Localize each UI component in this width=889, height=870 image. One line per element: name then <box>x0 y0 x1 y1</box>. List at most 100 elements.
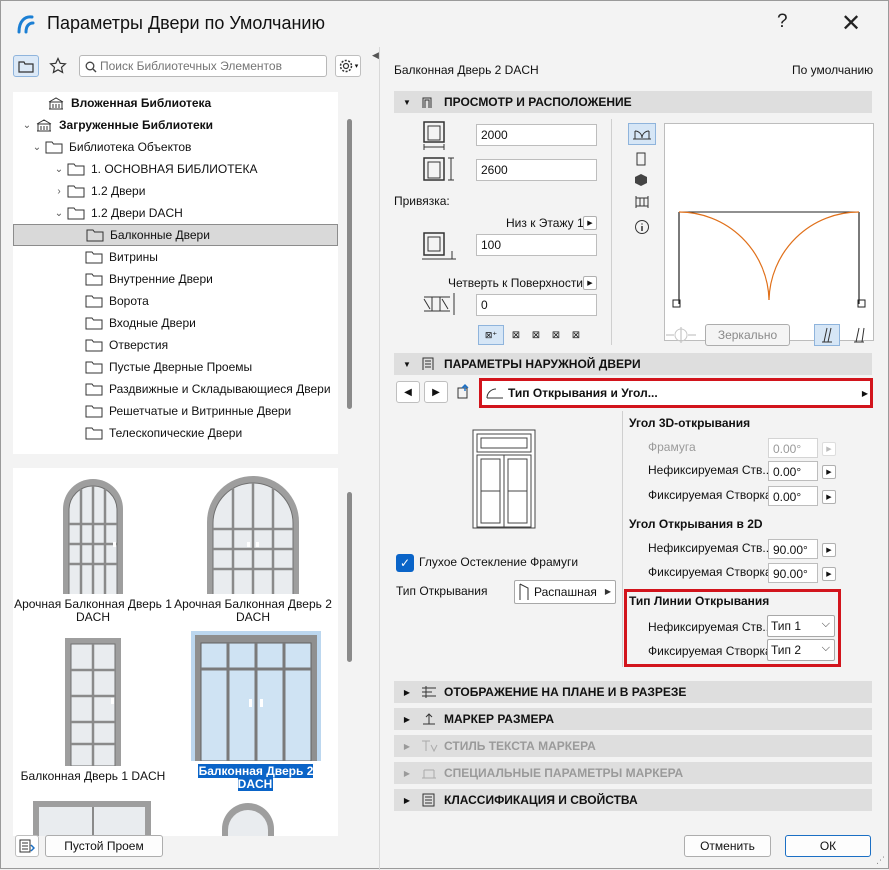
anchor-mode-button[interactable]: ▶ <box>583 216 597 230</box>
section-view-icon[interactable] <box>634 195 650 212</box>
folder-icon <box>86 229 104 242</box>
height-input[interactable]: 2600 <box>476 159 597 181</box>
section-plan[interactable]: ▶ ОТОБРАЖЕНИЕ НА ПЛАНЕ И В РАЗРЕЗЕ <box>394 681 872 703</box>
empty-opening-button[interactable]: Пустой Проем <box>45 835 163 857</box>
anchor-custom-icon[interactable]: ⊠ <box>568 325 584 345</box>
tree-item[interactable]: ⌄ Загруженные Библиотеки <box>13 114 338 136</box>
tree-item[interactable]: ⌄ 1.2 Двери DACH <box>13 202 338 224</box>
tree-item[interactable]: › 1.2 Двери <box>13 180 338 202</box>
width-input[interactable]: 2000 <box>476 124 597 146</box>
anchor-center-icon[interactable]: ⊠⁺ <box>478 325 504 345</box>
fixed-3d-input[interactable]: 0.00° <box>768 486 818 506</box>
mirror-arrows-icon <box>664 326 698 347</box>
plan-view-button[interactable] <box>628 123 656 145</box>
thumb-label: DACH <box>75 610 110 624</box>
plan-preview <box>664 123 874 341</box>
tree-item[interactable]: ⌄ 1. ОСНОВНАЯ БИБЛИОТЕКА <box>13 158 338 180</box>
opening-type-select[interactable]: Распашная ▶ <box>514 580 616 604</box>
door-plan-swing-image <box>672 211 866 308</box>
section-text-style[interactable]: ▶ СТИЛЬ ТЕКСТА МАРКЕРА <box>394 735 872 757</box>
orientation-left-button[interactable] <box>814 324 840 346</box>
expand-arrow-icon[interactable]: ⌄ <box>53 164 65 175</box>
tree-item[interactable]: Решетчатые и Витринные Двери <box>13 400 338 422</box>
tree-item[interactable]: Пустые Дверные Проемы <box>13 356 338 378</box>
folder-icon <box>85 427 103 440</box>
mirror-button[interactable]: Зеркально <box>705 324 790 346</box>
folder-icon <box>85 405 103 418</box>
tree-item[interactable]: Вложенная Библиотека <box>13 92 338 114</box>
expand-icon: ▶ <box>403 714 411 724</box>
fixed-2d-input[interactable]: 90.00° <box>768 563 818 583</box>
section-outer-door[interactable]: ▼ ПАРАМЕТРЫ НАРУЖНОЙ ДВЕРИ <box>394 353 872 375</box>
section-preview[interactable]: ▼ ПРОСМОТР И РАСПОЛОЖЕНИЕ <box>394 91 872 113</box>
tree-item[interactable]: ⌄ Библиотека Объектов <box>13 136 338 158</box>
prev-page-button[interactable]: ◀ <box>396 381 420 403</box>
orientation-right-button[interactable] <box>848 324 870 346</box>
sill-input[interactable]: 100 <box>476 234 597 256</box>
search-input[interactable] <box>100 58 322 74</box>
favorites-button[interactable] <box>45 55 71 77</box>
section-dimension[interactable]: ▶ МАРКЕР РАЗМЕРА <box>394 708 872 730</box>
thumb-arched-door-1[interactable]: Арочная Балконная Дверь 1 DACH <box>13 474 173 624</box>
thumb-balcony-door-2[interactable]: Балконная Дверь 2 DACH <box>183 631 328 791</box>
plan-view-icon <box>633 130 651 140</box>
library-building-icon <box>36 119 52 132</box>
tree-item[interactable]: Телескопические Двери <box>13 422 338 444</box>
next-page-button[interactable]: ▶ <box>424 381 448 403</box>
expand-arrow-icon[interactable]: ⌄ <box>21 120 33 131</box>
transom-glazing-checkbox[interactable]: ✓ <box>396 554 414 572</box>
panel-divider[interactable] <box>379 47 380 870</box>
tree-item[interactable]: Раздвижные и Складывающиеся Двери <box>13 378 338 400</box>
panel-splitter-arrow-icon[interactable]: ◀ <box>372 50 379 61</box>
fixed-2d-button[interactable]: ▶ <box>822 567 836 581</box>
tree-item[interactable]: Отверстия <box>13 334 338 356</box>
cancel-button[interactable]: Отменить <box>684 835 771 857</box>
section-special[interactable]: ▶ СПЕЦИАЛЬНЫЕ ПАРАМЕТРЫ МАРКЕРА <box>394 762 872 784</box>
elevation-view-icon[interactable] <box>634 151 648 170</box>
swing-door-icon <box>519 583 529 600</box>
thumb-arched-door-2[interactable]: Арочная Балконная Дверь 2 DACH <box>173 474 333 624</box>
collapse-icon: ▼ <box>403 359 411 369</box>
thumbnail-scrollbar[interactable] <box>347 492 352 662</box>
anchor-right-icon[interactable]: ⊠ <box>548 325 564 345</box>
parameters-icon <box>422 357 434 370</box>
width-icon <box>422 120 450 153</box>
ok-button[interactable]: ОК <box>785 835 871 857</box>
thumb-balcony-door-1[interactable]: Балконная Дверь 1 DACH <box>13 638 173 783</box>
unfixed-2d-input[interactable]: 90.00° <box>768 539 818 559</box>
expand-arrow-icon[interactable]: ⌄ <box>31 142 43 153</box>
help-button[interactable]: ? <box>777 11 788 33</box>
info-icon[interactable] <box>634 219 650 238</box>
tree-scrollbar[interactable] <box>347 119 352 409</box>
folder-icon <box>67 163 85 176</box>
expand-arrow-icon[interactable]: › <box>53 186 65 197</box>
tree-item[interactable]: Витрины <box>13 246 338 268</box>
close-button[interactable]: ✕ <box>841 9 861 38</box>
anchor-mid-icon[interactable]: ⊠ <box>528 325 544 345</box>
transom-angle-button[interactable]: ▶ <box>822 442 836 456</box>
folder-icon <box>85 295 103 308</box>
fixed-3d-button[interactable]: ▶ <box>822 490 836 504</box>
library-settings-button[interactable]: ▾ <box>335 55 361 77</box>
3d-view-icon[interactable] <box>634 173 648 190</box>
folder-icon <box>85 317 103 330</box>
anchor-left-icon[interactable]: ⊠ <box>508 325 524 345</box>
section-classification[interactable]: ▶ КЛАССИФИКАЦИЯ И СВОЙСТВА <box>394 789 872 811</box>
transom-angle-input[interactable]: 0.00° <box>768 438 818 458</box>
unfixed-3d-input[interactable]: 0.00° <box>768 461 818 481</box>
tree-item[interactable]: Внутренние Двери <box>13 268 338 290</box>
unfixed-2d-button[interactable]: ▶ <box>822 543 836 557</box>
fixed-3d-label: Фиксируемая Створка <box>648 488 772 502</box>
resize-grip-icon[interactable]: ⋰ <box>876 855 885 866</box>
unfixed-3d-button[interactable]: ▶ <box>822 465 836 479</box>
expand-arrow-icon[interactable]: ⌄ <box>53 208 65 219</box>
tree-item[interactable]: Ворота <box>13 290 338 312</box>
folder-view-button[interactable] <box>13 55 39 77</box>
tree-item-label: Балконные Двери <box>110 228 210 242</box>
library-manager-button[interactable] <box>15 835 39 857</box>
reveal-mode-button[interactable]: ▶ <box>583 276 597 290</box>
custom-settings-icon[interactable] <box>452 381 476 403</box>
tree-item[interactable]: Балконные Двери <box>13 224 338 246</box>
reveal-input[interactable]: 0 <box>476 294 597 316</box>
tree-item[interactable]: Входные Двери <box>13 312 338 334</box>
